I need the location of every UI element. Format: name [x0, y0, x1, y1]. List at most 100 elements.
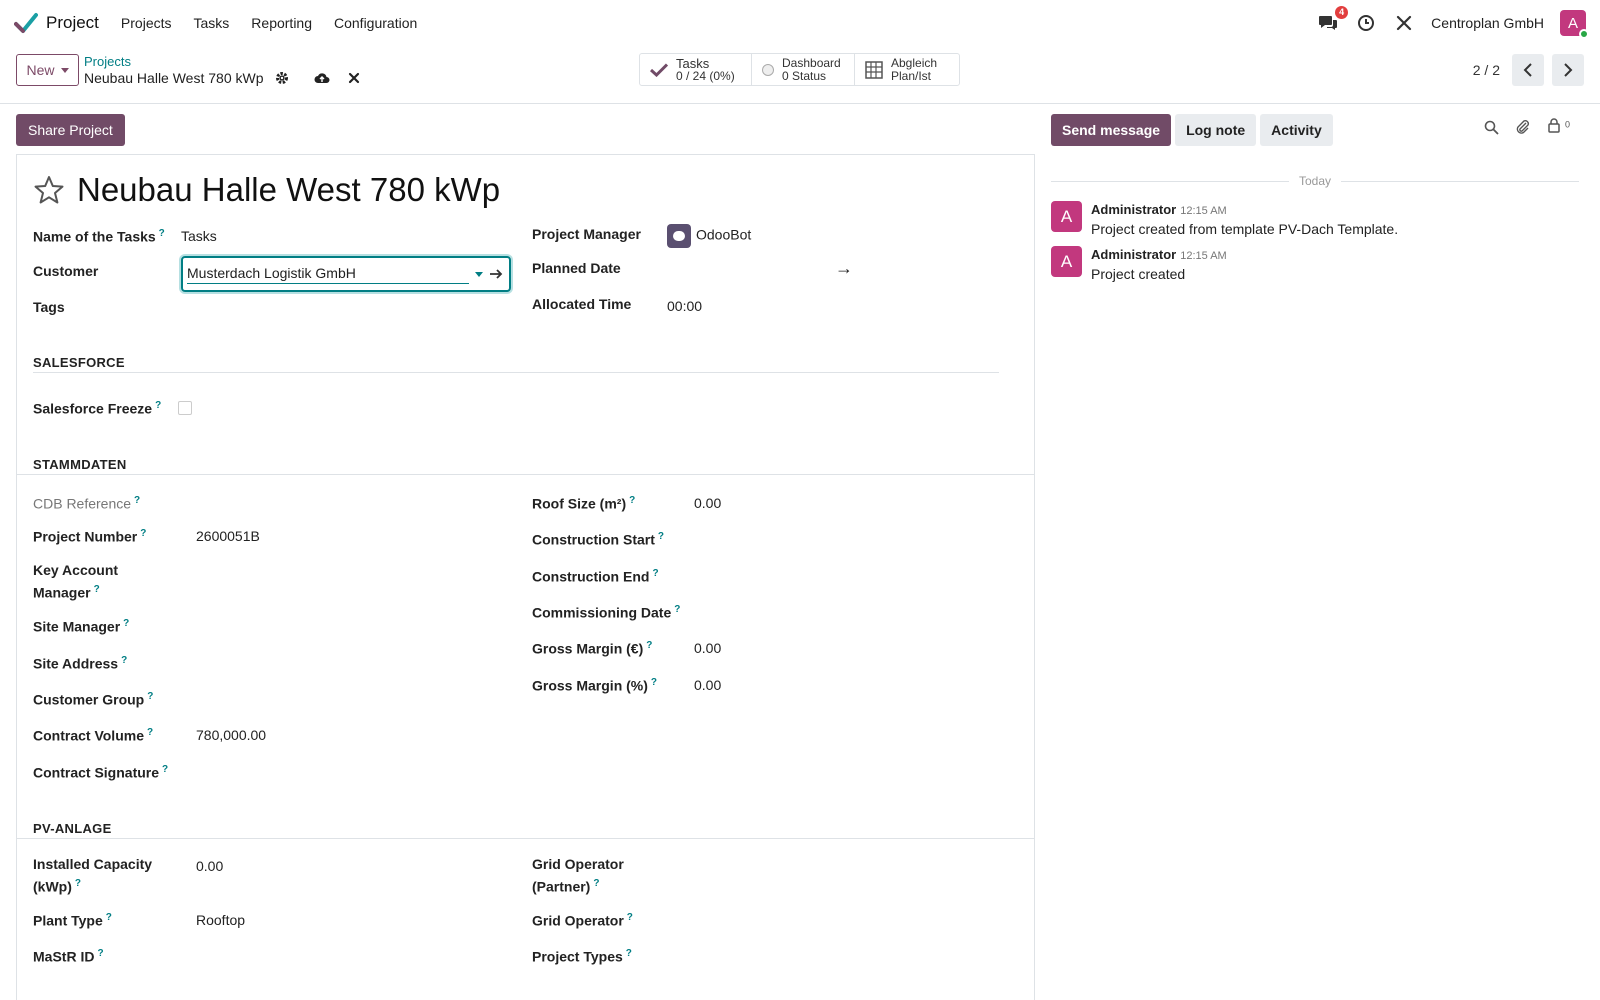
help-icon[interactable]: ?: [651, 677, 657, 688]
customer-label: Customer: [33, 263, 99, 279]
site-manager-label: Site Manager?: [33, 618, 130, 635]
project-app-icon[interactable]: [14, 11, 38, 35]
dashboard-stat-button[interactable]: Dashboard 0 Status: [752, 54, 855, 85]
control-panel: New Projects Neubau Halle West 780 kWp T…: [0, 46, 1600, 104]
message-body: Project created: [1091, 266, 1186, 282]
chatter-message: A Administrator 12:15 AM Project created …: [1051, 201, 1398, 237]
save-cloud-icon[interactable]: [314, 70, 330, 86]
share-project-button[interactable]: Share Project: [16, 114, 125, 146]
status-circle-icon: [762, 63, 774, 76]
name-of-tasks-value[interactable]: Tasks: [181, 226, 217, 246]
tasks-stat-button[interactable]: Tasks 0 / 24 (0%): [640, 54, 752, 85]
debug-tools-button[interactable]: [1393, 12, 1415, 34]
section-pv-anlage: PV-ANLAGE: [33, 821, 112, 836]
help-icon[interactable]: ?: [97, 948, 103, 959]
customer-field[interactable]: Musterdach Logistik GmbH: [181, 256, 511, 292]
name-of-tasks-label: Name of the Tasks?: [33, 228, 165, 245]
log-note-button[interactable]: Log note: [1175, 114, 1257, 146]
help-icon[interactable]: ?: [159, 228, 165, 239]
help-icon[interactable]: ?: [106, 912, 112, 923]
allocated-time-value[interactable]: 00:00: [667, 296, 702, 316]
breadcrumb-current: Neubau Halle West 780 kWp: [84, 70, 264, 86]
internal-link-arrow-icon[interactable]: [489, 268, 503, 280]
help-icon[interactable]: ?: [652, 568, 658, 579]
help-icon[interactable]: ?: [123, 618, 129, 629]
help-icon[interactable]: ?: [674, 604, 680, 615]
chevron-left-icon: [1523, 63, 1532, 77]
menu-item-configuration[interactable]: Configuration: [334, 15, 417, 31]
send-message-button[interactable]: Send message: [1051, 114, 1172, 146]
title-row: Neubau Halle West 780 kWp: [33, 171, 500, 209]
help-icon[interactable]: ?: [75, 878, 81, 889]
gear-icon[interactable]: [274, 70, 290, 86]
menu-item-projects[interactable]: Projects: [121, 15, 172, 31]
help-icon[interactable]: ?: [646, 640, 652, 651]
help-icon[interactable]: ?: [627, 912, 633, 923]
pager-previous-button[interactable]: [1512, 54, 1544, 86]
salesforce-freeze-checkbox[interactable]: [178, 401, 192, 415]
chevron-right-icon: [1564, 63, 1573, 77]
abgleich-stat-button[interactable]: Abgleich Plan/Ist: [855, 54, 959, 85]
new-button[interactable]: New: [16, 54, 79, 86]
dashboard-stat-value: 0 Status: [782, 68, 827, 83]
abgleich-stat-label: Abgleich: [891, 55, 938, 70]
pager-next-button[interactable]: [1552, 54, 1584, 86]
help-icon[interactable]: ?: [134, 495, 140, 506]
breadcrumb-projects-link[interactable]: Projects: [84, 54, 362, 69]
installed-capacity-value[interactable]: 0.00: [196, 856, 223, 876]
user-avatar[interactable]: A: [1560, 10, 1589, 39]
navbar-systray: 4 Centroplan GmbH A: [1317, 0, 1589, 46]
messaging-button[interactable]: 4: [1317, 6, 1349, 34]
author-avatar[interactable]: A: [1051, 201, 1082, 232]
message-author[interactable]: Administrator: [1091, 247, 1176, 262]
pager-value[interactable]: 2 / 2: [1473, 62, 1500, 78]
date-separator-label: Today: [1298, 174, 1332, 188]
paperclip-icon[interactable]: [1515, 119, 1531, 135]
section-salesforce: SALESFORCE: [33, 355, 125, 370]
star-favorite-icon[interactable]: [33, 174, 65, 206]
section-divider: [33, 372, 999, 373]
abgleich-stat-value: Plan/Ist: [891, 68, 932, 83]
gross-margin-eur-value[interactable]: 0.00: [694, 638, 721, 658]
help-icon[interactable]: ?: [629, 495, 635, 506]
contract-volume-value[interactable]: 780,000.00: [196, 725, 266, 745]
help-icon[interactable]: ?: [658, 531, 664, 542]
salesforce-freeze-label: Salesforce Freeze?: [33, 400, 162, 417]
followers-button[interactable]: 0: [1547, 118, 1570, 136]
roof-size-value[interactable]: 0.00: [694, 493, 721, 513]
key-account-manager-label: Key Account Manager?: [33, 562, 119, 601]
help-icon[interactable]: ?: [593, 878, 599, 889]
author-avatar[interactable]: A: [1051, 246, 1082, 277]
help-icon[interactable]: ?: [121, 655, 127, 666]
help-icon[interactable]: ?: [94, 584, 100, 595]
help-icon[interactable]: ?: [626, 948, 632, 959]
plant-type-label: Plant Type?: [33, 912, 112, 929]
project-manager-value[interactable]: OdooBot: [667, 224, 751, 248]
app-name[interactable]: Project: [46, 13, 99, 33]
menu-item-reporting[interactable]: Reporting: [251, 15, 312, 31]
help-icon[interactable]: ?: [155, 400, 161, 411]
help-icon[interactable]: ?: [147, 727, 153, 738]
grid-operator-label: Grid Operator?: [532, 912, 633, 929]
help-icon[interactable]: ?: [147, 691, 153, 702]
activities-button[interactable]: [1355, 12, 1377, 34]
dropdown-caret-icon[interactable]: [475, 271, 483, 277]
project-number-value[interactable]: 2600051B: [196, 526, 260, 546]
activity-button[interactable]: Activity: [1260, 114, 1333, 146]
message-author[interactable]: Administrator: [1091, 202, 1176, 217]
customer-input[interactable]: Musterdach Logistik GmbH: [187, 264, 469, 284]
pager: 2 / 2: [1473, 54, 1584, 86]
search-icon[interactable]: [1484, 120, 1499, 135]
plant-type-value[interactable]: Rooftop: [196, 910, 245, 930]
company-switcher[interactable]: Centroplan GmbH: [1431, 15, 1544, 31]
project-title[interactable]: Neubau Halle West 780 kWp: [77, 171, 500, 209]
clock-icon: [1358, 15, 1375, 31]
gross-margin-pct-value[interactable]: 0.00: [694, 675, 721, 695]
discard-close-icon[interactable]: [346, 70, 362, 86]
roof-size-label: Roof Size (m²)?: [532, 495, 636, 512]
help-icon[interactable]: ?: [162, 764, 168, 775]
help-icon[interactable]: ?: [140, 528, 146, 539]
user-initial: A: [1567, 14, 1578, 32]
installed-capacity-label: Installed Capacity (kWp)?: [33, 856, 153, 895]
menu-item-tasks[interactable]: Tasks: [194, 15, 230, 31]
